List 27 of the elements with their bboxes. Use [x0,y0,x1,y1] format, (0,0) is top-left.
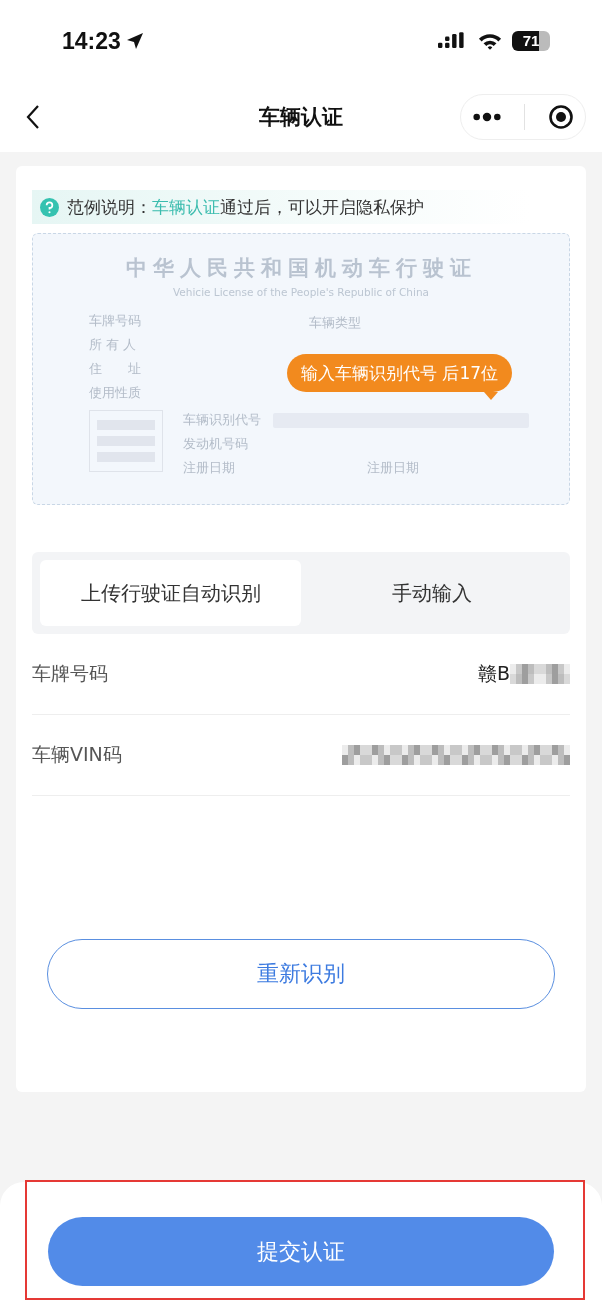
license-label: 注册日期 [367,459,419,477]
license-label: 注册日期 [183,459,235,477]
battery-indicator: 71 [512,31,550,51]
wifi-icon [478,31,502,51]
back-icon[interactable] [26,104,40,130]
tooltip-pointer-icon [484,392,498,400]
license-label: 住 址 [89,360,142,378]
close-target-icon[interactable] [547,104,574,130]
page-title: 车辆认证 [258,104,344,131]
tab[interactable]: 上传行驶证自动识别 [40,560,301,626]
license-label: 发动机号码 [183,435,248,453]
license-label: 车辆识别代号 [183,411,261,429]
status-time: 14:23 [62,27,121,55]
field-label: 车牌号码 [32,661,108,686]
field-label: 车辆VIN码 [32,742,122,767]
help-icon [40,197,59,217]
license-label: 车辆类型 [309,315,361,330]
rescan-button[interactable]: 重新识别 [47,939,555,1009]
license-title: 中华人民共和国机动车行驶证 [124,255,478,282]
license-label: 使用性质 [89,384,142,402]
hint-text: 范例说明：车辆认证通过后，可以开启隐私保护 [67,195,424,219]
field-value: 赣B [477,661,510,686]
license-label: 车牌号码 [89,312,142,330]
tab[interactable]: 手动输入 [301,560,562,626]
more-icon[interactable] [472,111,503,123]
tooltip: 输入车辆识别代号 后17位 [287,354,513,392]
license-label: 所 有 人 [89,336,138,354]
